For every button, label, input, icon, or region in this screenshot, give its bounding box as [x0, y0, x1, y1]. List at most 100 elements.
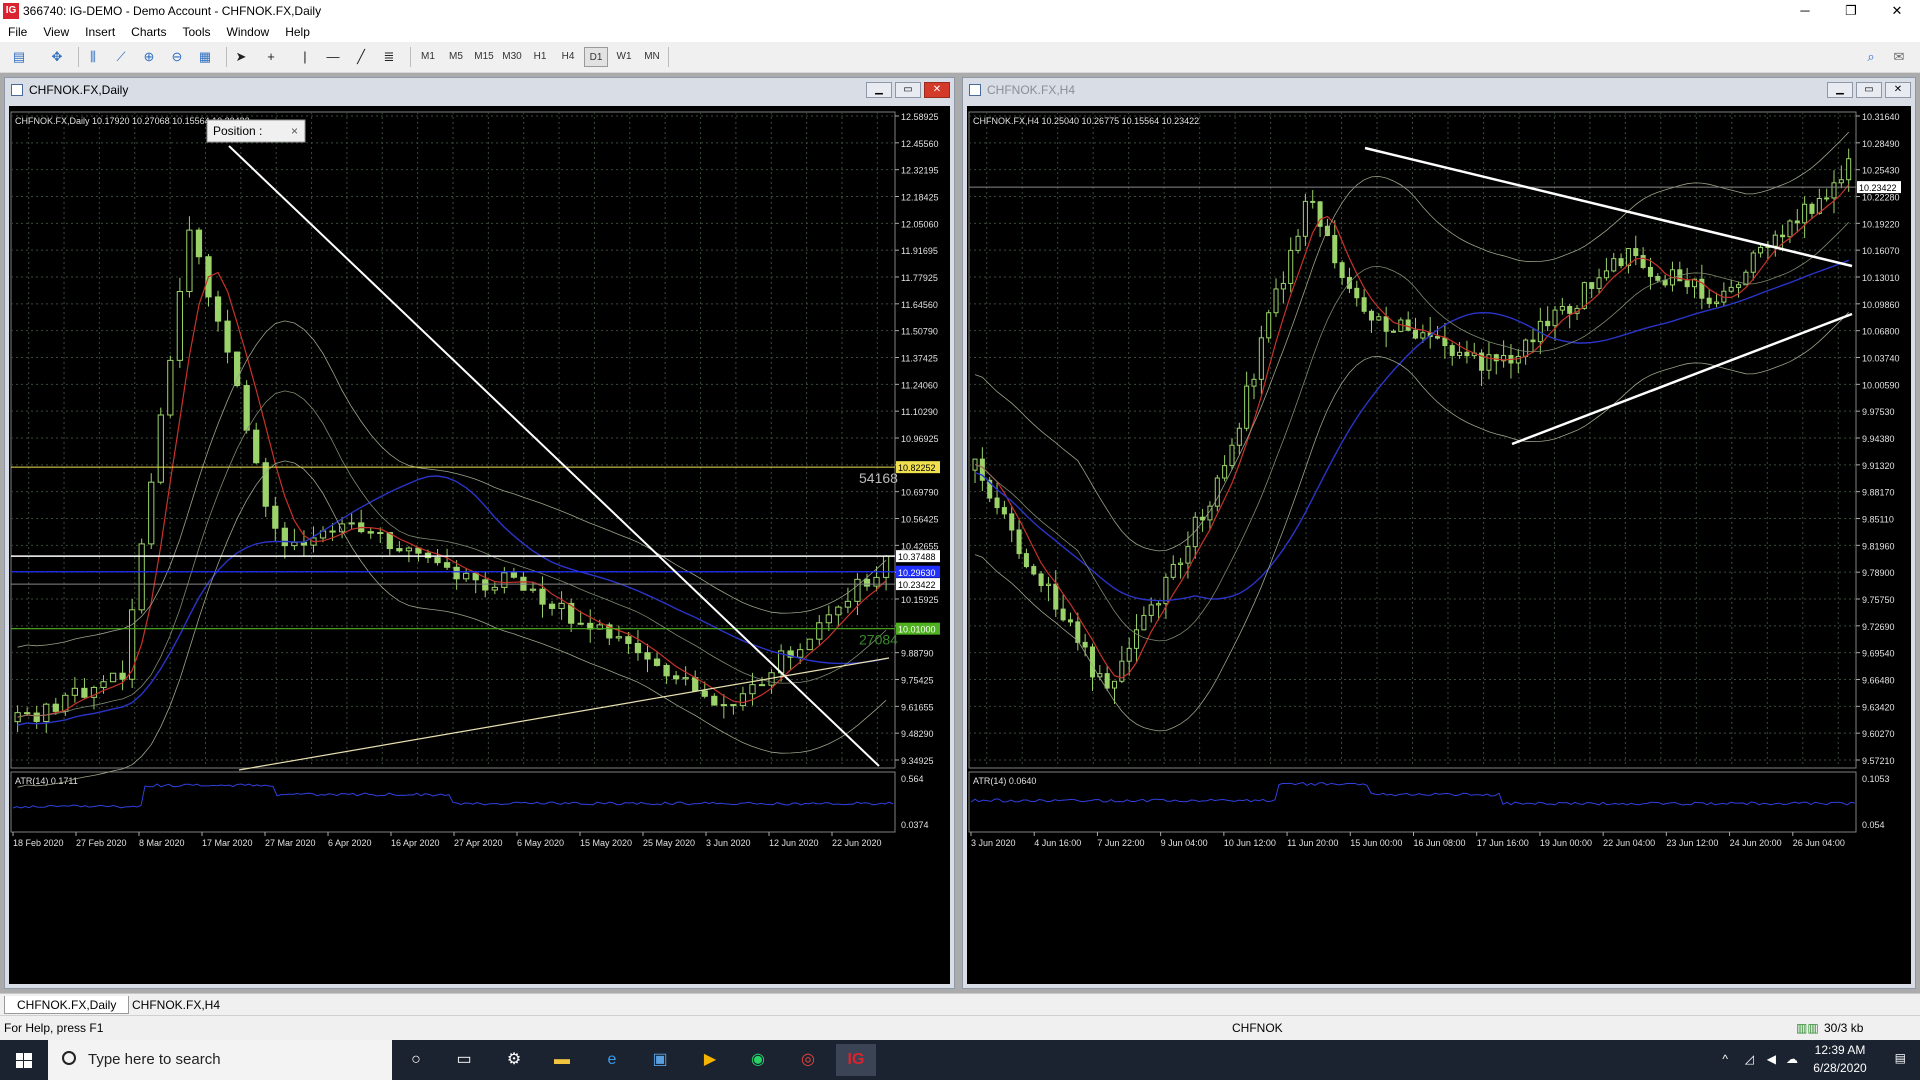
candle-body: [1589, 282, 1595, 289]
zoom-out-icon[interactable]: ⊖: [168, 48, 186, 66]
close-button[interactable]: ✕: [1874, 0, 1920, 22]
candle-body: [1302, 200, 1308, 237]
whatsapp-icon[interactable]: ◉: [738, 1044, 778, 1076]
daily-restore-button[interactable]: ▭: [895, 82, 921, 98]
timeframe-m5[interactable]: M5: [444, 47, 468, 67]
candle-body: [720, 704, 727, 707]
chat-icon[interactable]: ✉: [1890, 48, 1908, 66]
zoom-in-icon[interactable]: ⊕: [140, 48, 158, 66]
timeframe-m30[interactable]: M30: [500, 47, 524, 67]
price-label: 9.75425: [901, 676, 934, 686]
candle-body: [1435, 335, 1441, 339]
candle-body: [33, 712, 40, 722]
candle-body: [1684, 280, 1690, 288]
candle-body: [529, 588, 537, 591]
daily-minimize-button[interactable]: ▁: [866, 82, 892, 98]
tab-chfnok-h4[interactable]: CHFNOK.FX,H4: [120, 996, 232, 1014]
candle-body: [262, 462, 269, 507]
task-view-icon[interactable]: ▭: [444, 1044, 484, 1076]
date-label: 22 Jun 2020: [832, 838, 882, 848]
tile-windows-icon[interactable]: ▦: [196, 48, 214, 66]
candle-body: [1258, 337, 1264, 380]
new-chart-icon[interactable]: ▤: [10, 48, 28, 66]
taskbar-search-box[interactable]: Type here to search: [48, 1040, 392, 1080]
h4-chart-svg[interactable]: 10.31640 10.28490 10.25430 10.22280 10.19220…: [967, 106, 1911, 984]
chrome-icon[interactable]: ◎: [788, 1044, 828, 1076]
clock-time[interactable]: 12:39 AM: [1808, 1043, 1872, 1057]
status-symbol: CHFNOK: [1232, 1021, 1283, 1035]
menu-charts[interactable]: Charts: [123, 25, 174, 39]
maximize-button[interactable]: ❐: [1828, 0, 1874, 22]
windows-start-button[interactable]: [0, 1040, 48, 1080]
plot-frame: [10, 111, 896, 769]
ig-taskbar-icon[interactable]: IG: [836, 1044, 876, 1076]
menu-insert[interactable]: Insert: [77, 25, 123, 39]
file-explorer-icon[interactable]: ▬: [542, 1044, 582, 1076]
daily-chart-canvas[interactable]: 12.58925 12.45560 12.32195 12.18425 12.05060…: [9, 106, 950, 984]
remote-desktop-icon[interactable]: ▣: [640, 1044, 680, 1076]
candle-body: [405, 547, 413, 552]
candle-body: [253, 429, 260, 464]
edge-browser-icon[interactable]: e: [592, 1044, 632, 1076]
position-popup[interactable]: Position : ×: [206, 119, 306, 143]
h4-restore-button[interactable]: ▭: [1856, 82, 1882, 98]
candle-body: [673, 675, 680, 680]
search-icon[interactable]: ⌕: [1862, 48, 1880, 66]
price-tag-green: 10.01000: [898, 625, 936, 635]
line-chart-icon[interactable]: ⟋: [112, 48, 130, 66]
h4-chart-canvas[interactable]: 10.31640 10.28490 10.25430 10.22280 10.19220…: [967, 106, 1911, 984]
onedrive-icon[interactable]: ☁: [1786, 1052, 1798, 1066]
candle-body: [1743, 271, 1749, 286]
fibonacci-icon[interactable]: ≣: [380, 48, 398, 66]
candle-body: [1736, 284, 1742, 288]
ma-blue-line: [974, 259, 1849, 602]
bollinger-lower: [17, 460, 887, 788]
cortana-icon[interactable]: ○: [396, 1044, 436, 1076]
minimize-button[interactable]: ─: [1782, 0, 1828, 22]
network-icon[interactable]: ◿: [1745, 1052, 1754, 1066]
horizontal-line-icon[interactable]: —: [324, 48, 342, 66]
timeframe-h1[interactable]: H1: [528, 47, 552, 67]
timeframe-w1[interactable]: W1: [612, 47, 636, 67]
timeframe-mn[interactable]: MN: [640, 47, 664, 67]
vertical-line-icon[interactable]: |: [296, 48, 314, 66]
candle-body: [71, 687, 79, 696]
timeframe-m15[interactable]: M15: [472, 47, 496, 67]
menu-window[interactable]: Window: [219, 25, 278, 39]
menu-help[interactable]: Help: [277, 25, 318, 39]
candle-body: [1838, 179, 1844, 184]
crosshair-tool-icon[interactable]: +: [262, 48, 280, 66]
candle-body: [1758, 246, 1764, 254]
h4-minimize-button[interactable]: ▁: [1827, 82, 1853, 98]
cursor-icon[interactable]: ➤: [232, 48, 250, 66]
daily-chart-svg[interactable]: 12.58925 12.45560 12.32195 12.18425 12.05060…: [9, 106, 950, 984]
h4-close-button[interactable]: ✕: [1885, 82, 1911, 98]
settings-app-icon[interactable]: ⚙: [494, 1044, 534, 1076]
bar-chart-icon[interactable]: ⫼: [84, 48, 102, 66]
clock-date[interactable]: 6/28/2020: [1808, 1061, 1872, 1075]
trendline-icon[interactable]: ╱: [352, 48, 370, 66]
candle-body: [711, 695, 718, 706]
candle-body: [692, 677, 699, 692]
date-label: 18 Feb 2020: [13, 838, 64, 848]
slides-app-icon[interactable]: ▶: [690, 1044, 730, 1076]
menu-tools[interactable]: Tools: [175, 25, 219, 39]
timeframe-d1[interactable]: D1: [584, 47, 608, 67]
candle-body: [1339, 262, 1345, 278]
notifications-icon[interactable]: ▤: [1895, 1051, 1906, 1065]
crosshair-icon[interactable]: ✥: [48, 48, 66, 66]
timeframe-h4[interactable]: H4: [556, 47, 580, 67]
price-label: 9.61655: [901, 702, 934, 712]
candle-body: [1846, 158, 1852, 181]
daily-close-button[interactable]: ✕: [924, 82, 950, 98]
tray-chevron-icon[interactable]: ^: [1722, 1052, 1728, 1066]
menu-view[interactable]: View: [35, 25, 77, 39]
menu-file[interactable]: File: [0, 25, 35, 39]
candle-body: [1662, 279, 1668, 286]
candle-body: [1045, 583, 1051, 586]
volume-icon[interactable]: ◀: [1767, 1052, 1776, 1066]
timeframe-m1[interactable]: M1: [416, 47, 440, 67]
price-label: 9.91320: [1862, 461, 1895, 471]
tab-chfnok-daily[interactable]: CHFNOK.FX,Daily: [4, 996, 130, 1014]
daily-window-title: CHFNOK.FX,Daily: [29, 83, 129, 97]
